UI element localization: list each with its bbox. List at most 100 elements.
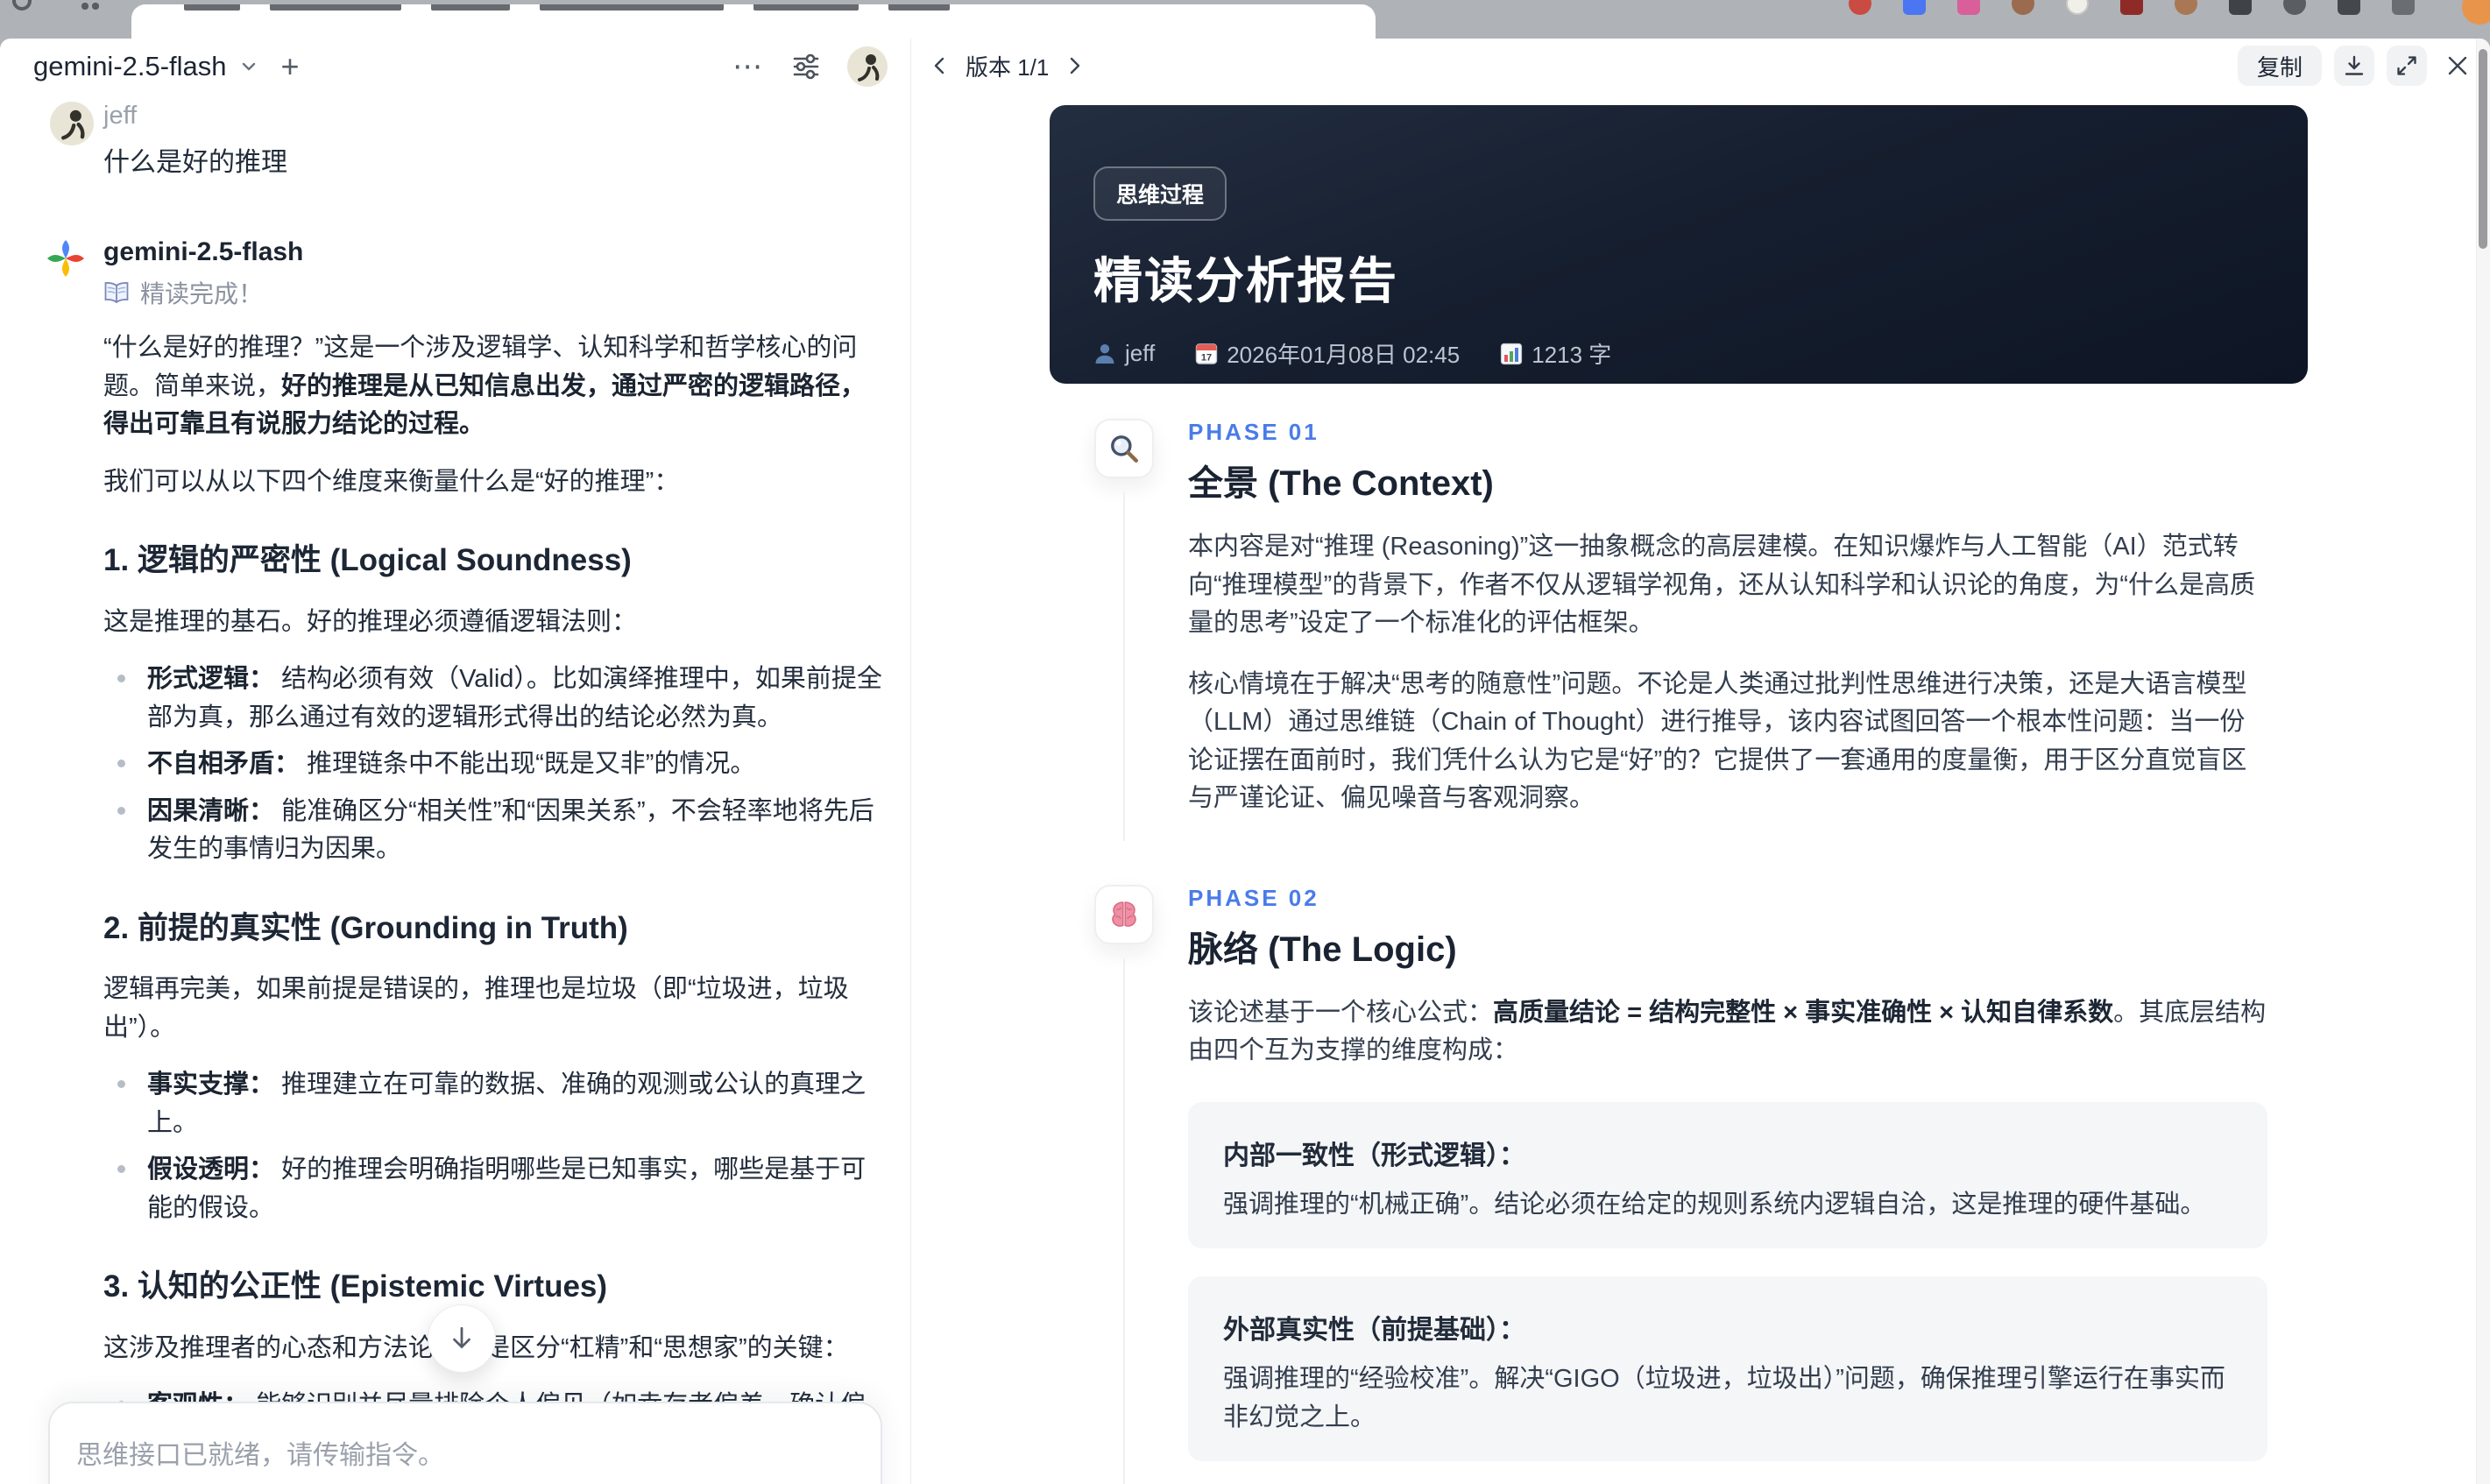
browser-menu-icon[interactable] xyxy=(2229,0,2252,15)
assistant-bullet-item: 形式逻辑： 结构必须有效（Valid）。比如演绎推理中，如果前提全部为真，那么通… xyxy=(103,661,885,737)
close-icon xyxy=(2448,56,2467,75)
report-word-count: 1213 字 xyxy=(1500,337,1611,370)
document-scrollbar[interactable] xyxy=(2476,39,2490,1484)
chevron-right-icon xyxy=(1071,57,1080,74)
user-message-author: jeff xyxy=(103,102,138,130)
bar-chart-icon xyxy=(1501,343,1523,364)
phase-paragraphs: 本内容是对“推理 (Reasoning)”这一抽象概念的高层建模。在知识爆炸与人… xyxy=(1188,528,2267,818)
screen: gemini-2.5-flash + ⋯ jeff 什么是好的推理 gemini… xyxy=(0,0,2490,1484)
extension-icon[interactable] xyxy=(2120,0,2143,15)
address-text-fragment xyxy=(431,4,510,11)
arrow-down-icon xyxy=(453,1326,470,1348)
download-button[interactable] xyxy=(2334,46,2374,86)
assistant-heading: 1. 逻辑的严密性 (Logical Soundness) xyxy=(103,543,632,577)
assistant-bullet-item: 事实支撑： 推理建立在可靠的数据、准确的观测或公认的真理之上。 xyxy=(103,1066,885,1142)
report-date: 17 2026年01月08日 02:45 xyxy=(1195,337,1460,370)
assistant-bullet-item: 因果清晰： 能准确区分“相关性”和“因果关系”，不会轻率地将先后发生的事情归为因… xyxy=(103,793,885,869)
assistant-paragraph: 这是推理的基石。好的推理必须遵循逻辑法则： xyxy=(103,607,638,636)
report-type-badge: 思维过程 xyxy=(1093,166,1227,221)
magnifier-icon xyxy=(1094,419,1154,478)
scrollbar-thumb[interactable] xyxy=(2479,49,2487,249)
download-icon xyxy=(2345,55,2364,75)
previous-version-button[interactable] xyxy=(923,49,957,82)
dimension-cards: 内部一致性（形式逻辑）： 强调推理的“机械正确”。结论必须在给定的规则系统内逻辑自… xyxy=(1188,1101,2267,1484)
app-window: gemini-2.5-flash + ⋯ jeff 什么是好的推理 gemini… xyxy=(0,39,2490,1484)
assistant-paragraph: 逻辑再完美，如果前提是错误的，推理也是垃圾（即“垃圾进，垃圾出”）。 xyxy=(103,975,849,1042)
account-avatar[interactable] xyxy=(847,46,888,87)
user-message-text: 什么是好的推理 xyxy=(103,148,287,177)
browser-profile-avatar[interactable] xyxy=(2462,0,2490,25)
browser-menu-icon[interactable] xyxy=(2338,0,2360,15)
version-label: 版本 1/1 xyxy=(966,53,1050,81)
chat-panel: gemini-2.5-flash + ⋯ jeff 什么是好的推理 gemini… xyxy=(0,39,911,1484)
extension-icon[interactable] xyxy=(1849,0,1871,15)
phase-title: 全景 (The Context) xyxy=(1188,464,1494,503)
browser-menu-icon[interactable] xyxy=(2283,0,2306,15)
report-paragraph: 核心情境在于解决“思考的随意性”问题。不论是人类通过批判性思维进行决策，还是大语… xyxy=(1188,669,2247,813)
address-text-fragment xyxy=(888,4,950,11)
more-options-button[interactable]: ⋯ xyxy=(732,52,765,81)
phase-number: PHASE 02 xyxy=(1188,884,1319,911)
phase-rail xyxy=(1094,884,1154,1484)
assistant-markdown: “什么是好的推理？”这是一个涉及逻辑学、认知科学和哲学核心的问题。简单来说，好的… xyxy=(103,329,885,1484)
expand-icon xyxy=(2397,56,2416,75)
address-text-fragment xyxy=(270,4,401,11)
report-author: jeff xyxy=(1093,340,1155,367)
user-message: jeff 什么是好的推理 xyxy=(0,98,910,179)
dimension-card-body: 强调推理的“机械正确”。结论必须在给定的规则系统内逻辑自洽，这是推理的硬件基础。 xyxy=(1223,1190,2206,1219)
assistant-heading: 2. 前提的真实性 (Grounding in Truth) xyxy=(103,910,628,945)
settings-sliders-icon[interactable] xyxy=(791,52,821,81)
dimension-card-body: 强调推理的“经验校准”。解决“GIGO（垃圾进，垃圾出）”问题，确保推理引擎运行… xyxy=(1223,1365,2225,1431)
chat-header: gemini-2.5-flash + ⋯ xyxy=(0,39,910,89)
address-text-fragment xyxy=(540,4,724,11)
phase-section-2: PHASE 02 脉络 (The Logic) 该论述基于一个核心公式：高质量结… xyxy=(1094,884,2490,1484)
composer: 思维接口已就绪，请传输指令。 xyxy=(48,1402,882,1484)
browser-nav-icon[interactable] xyxy=(12,0,32,11)
scroll-to-bottom-button[interactable] xyxy=(428,1304,496,1373)
extension-icon[interactable] xyxy=(1903,0,1926,15)
chat-scroll-area[interactable]: jeff 什么是好的推理 gemini-2.5-flash 精读完成！ “什么是… xyxy=(0,89,910,1484)
version-navigator: 版本 1/1 xyxy=(923,49,1091,82)
gemini-logo-icon xyxy=(47,240,84,281)
report-title: 精读分析报告 xyxy=(1093,253,1398,308)
book-icon xyxy=(104,282,129,304)
dimension-card: 外部真实性（前提基础）： 强调推理的“经验校准”。解决“GIGO（垃圾进，垃圾出）… xyxy=(1188,1276,2267,1461)
document-panel: 版本 1/1 复制 思维过程 精读分析报告 jeff 17 2026年01月08… xyxy=(911,39,2490,1484)
timeline-connector xyxy=(1123,492,1125,841)
extension-icon[interactable] xyxy=(2066,0,2089,15)
dimension-card-title: 外部真实性（前提基础）： xyxy=(1223,1316,1525,1345)
phase-title: 脉络 (The Logic) xyxy=(1188,929,1457,969)
svg-text:17: 17 xyxy=(1201,352,1212,363)
document-toolbar: 版本 1/1 复制 xyxy=(911,39,2490,86)
assistant-message: gemini-2.5-flash 精读完成！ “什么是好的推理？”这是一个涉及逻… xyxy=(0,235,910,1484)
assistant-status: 精读完成！ xyxy=(103,275,910,310)
chevron-left-icon xyxy=(934,57,944,74)
assistant-message-author: gemini-2.5-flash xyxy=(103,237,304,266)
extension-icon[interactable] xyxy=(1957,0,1980,15)
chevron-down-icon[interactable] xyxy=(239,57,258,76)
dimension-card: 内部一致性（形式逻辑）： 强调推理的“机械正确”。结论必须在给定的规则系统内逻辑自… xyxy=(1188,1101,2267,1248)
browser-address-bar[interactable] xyxy=(131,4,1376,39)
phase-section-1: PHASE 01 全景 (The Context) 本内容是对“推理 (Reas… xyxy=(1094,419,2490,841)
browser-menu-icon[interactable] xyxy=(2392,0,2415,15)
expand-button[interactable] xyxy=(2387,46,2427,86)
new-chat-button[interactable]: + xyxy=(281,51,300,82)
report-paragraph: 该论述基于一个核心公式：高质量结论 = 结构完整性 × 事实准确性 × 认知自律… xyxy=(1188,998,2267,1065)
extension-icon[interactable] xyxy=(2175,0,2197,15)
next-version-button[interactable] xyxy=(1058,49,1091,82)
browser-tab-overview-icon[interactable] xyxy=(81,0,100,11)
close-button[interactable] xyxy=(2446,54,2469,77)
report-hero-card: 思维过程 精读分析报告 jeff 17 2026年01月08日 02:45 12… xyxy=(1050,105,2308,384)
assistant-paragraph: 我们可以从以下四个维度来衡量什么是“好的推理”： xyxy=(103,467,680,496)
assistant-status-text: 精读完成！ xyxy=(140,280,264,307)
extension-icon[interactable] xyxy=(2012,0,2034,15)
composer-input[interactable]: 思维接口已就绪，请传输指令。 xyxy=(76,1433,859,1472)
brain-icon xyxy=(1094,884,1154,944)
model-selector[interactable]: gemini-2.5-flash xyxy=(33,51,227,82)
person-icon xyxy=(1095,344,1114,364)
assistant-bullet-list: 事实支撑： 推理建立在可靠的数据、准确的观测或公认的真理之上。 假设透明： 好的推… xyxy=(103,1066,885,1227)
assistant-paragraph: “什么是好的推理？”这是一个涉及逻辑学、认知科学和哲学核心的问题。简单来说，好的… xyxy=(103,334,867,438)
calendar-icon: 17 xyxy=(1196,343,1218,364)
document-scroll-area[interactable]: 思维过程 精读分析报告 jeff 17 2026年01月08日 02:45 12… xyxy=(911,86,2490,1484)
copy-button[interactable]: 复制 xyxy=(2237,46,2322,86)
